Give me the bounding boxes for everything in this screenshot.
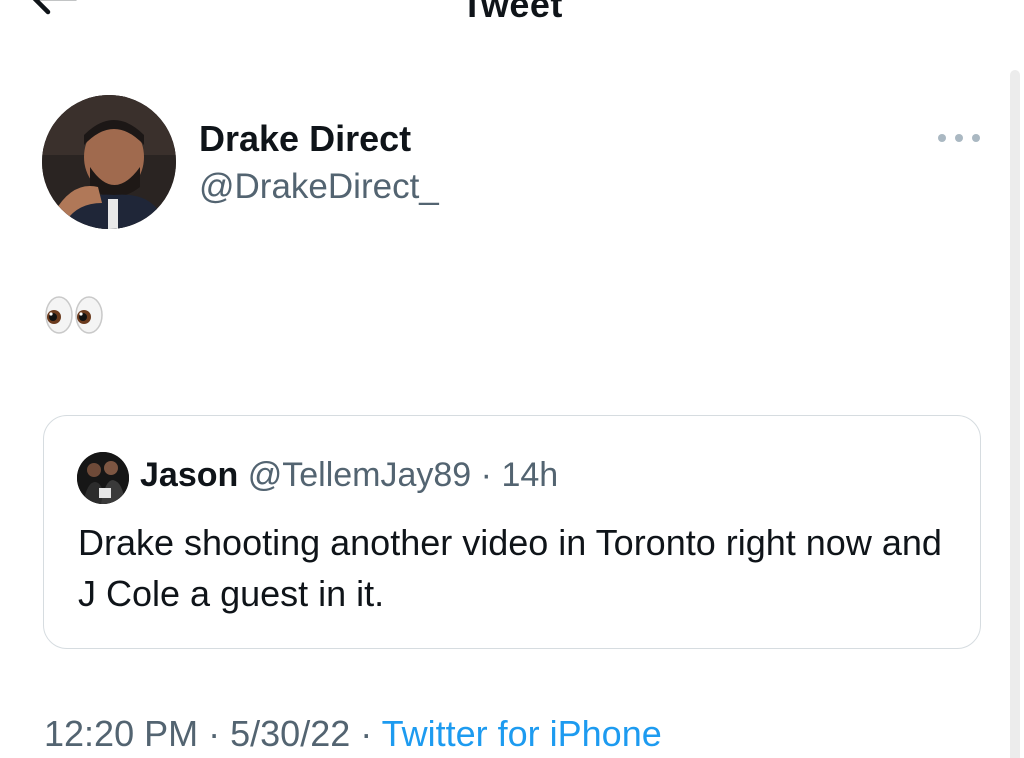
avatar-image [42, 95, 176, 229]
quoted-author-handle[interactable]: @TellemJay89 [248, 456, 472, 494]
tweet-source-link[interactable]: Twitter for iPhone [382, 713, 662, 754]
more-dots-icon [938, 134, 946, 142]
scrollbar[interactable] [1010, 70, 1020, 758]
separator-dot: · [208, 713, 221, 754]
separator-dot: · [480, 456, 492, 494]
quoted-tweet-header: Jason @TellemJay89 · 14h [140, 456, 558, 495]
author-avatar[interactable] [42, 95, 176, 229]
more-dots-icon [955, 134, 963, 142]
more-options-button[interactable] [938, 126, 980, 150]
separator-dot: · [360, 713, 373, 754]
quoted-tweet-text: Drake shooting another video in Toronto … [78, 522, 942, 614]
tweet-date: 5/30/22 [230, 713, 351, 754]
quoted-tweet-time[interactable]: 14h [501, 456, 558, 494]
author-handle[interactable]: @DrakeDirect_ [199, 167, 439, 207]
eyes-emoji-icon [45, 296, 103, 334]
quoted-author-name[interactable]: Jason [140, 456, 238, 494]
tweet-time: 12:20 PM [44, 713, 199, 754]
page-title: Tweet [461, 0, 563, 25]
tweet-text: 👀 [44, 292, 104, 344]
tweet-meta: 12:20 PM · 5/30/22 · Twitter for iPhone [44, 713, 662, 755]
more-dots-icon [972, 134, 980, 142]
tweet-detail-page: Tweet Drake Direct @DrakeDirect_ 👀 [0, 0, 1024, 758]
avatar-image [77, 452, 129, 504]
author-display-name[interactable]: Drake Direct [199, 118, 411, 160]
quoted-tweet-card[interactable]: Jason @TellemJay89 · 14h Drake shooting … [43, 415, 981, 649]
quoted-author-avatar[interactable] [77, 452, 129, 504]
